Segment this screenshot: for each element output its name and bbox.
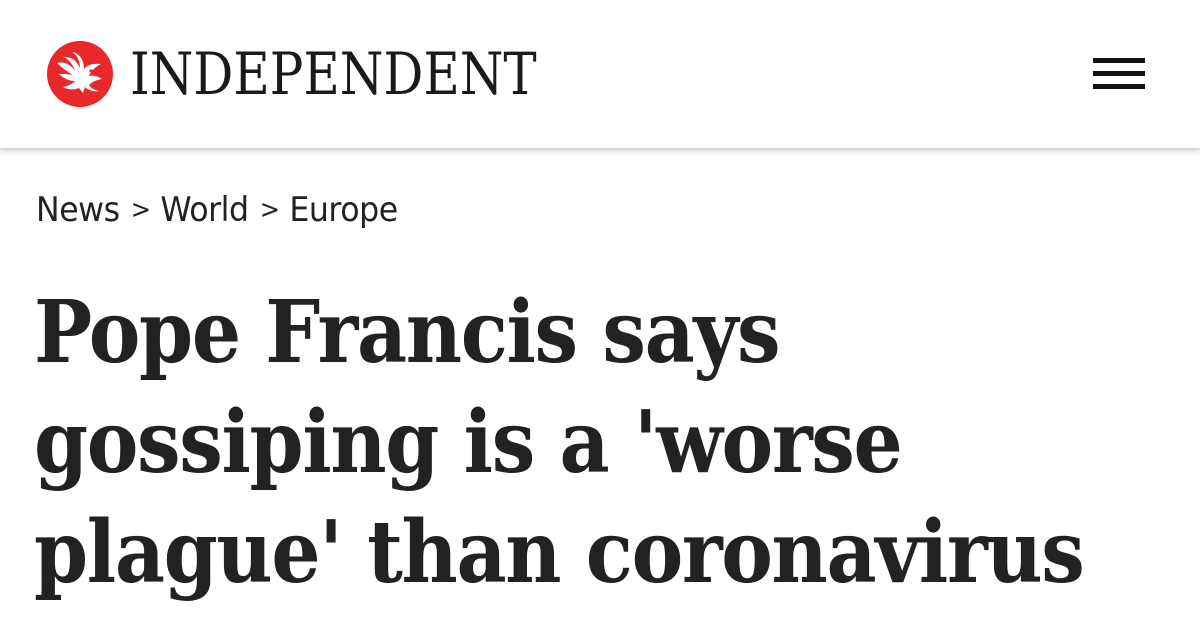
breadcrumb-europe[interactable]: Europe: [289, 190, 398, 230]
site-logo-wordmark[interactable]: INDEPENDENT: [130, 42, 537, 106]
menu-bar: [1093, 58, 1145, 63]
headline-line: gossiping is a 'worse: [34, 392, 903, 493]
header-shadow: [0, 148, 1200, 152]
breadcrumb: News > World > Europe: [36, 188, 398, 235]
menu-bar: [1093, 84, 1145, 89]
menu-bar: [1093, 71, 1145, 76]
breadcrumb-world[interactable]: World: [160, 190, 249, 230]
site-header: INDEPENDENT: [0, 0, 1200, 148]
article-headline: Pope Francis says gossiping is a 'worse …: [34, 278, 1174, 608]
breadcrumb-separator: >: [259, 195, 281, 225]
headline-line: Pope Francis says: [34, 282, 781, 383]
headline-line: plague' than coronavirus: [34, 502, 1085, 603]
breadcrumb-separator: >: [130, 195, 152, 225]
breadcrumb-news[interactable]: News: [36, 190, 120, 230]
eagle-logo-icon[interactable]: [47, 41, 113, 107]
eagle-icon: [57, 52, 102, 93]
hamburger-menu-icon[interactable]: [1089, 56, 1149, 92]
